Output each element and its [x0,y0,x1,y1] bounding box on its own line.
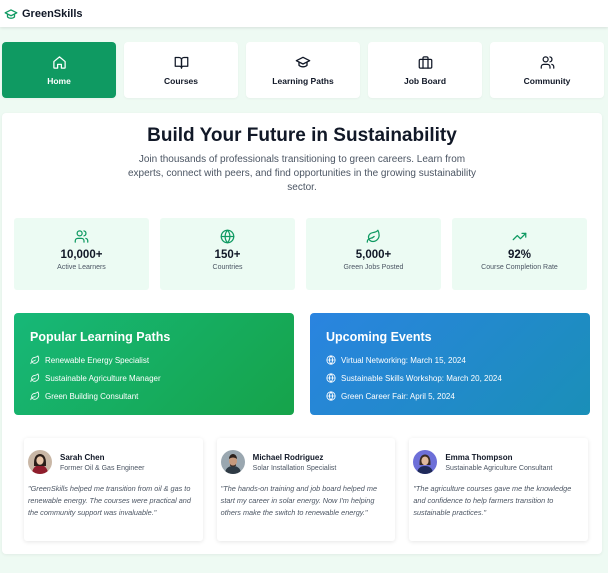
brand-name: GreenSkills [22,7,83,20]
learning-path-item[interactable]: Sustainable Agriculture Manager [30,369,294,387]
trending-up-icon [512,229,527,244]
brand[interactable]: GreenSkills [4,7,83,21]
event-item[interactable]: Green Career Fair: April 5, 2024 [326,387,590,405]
globe-icon [326,355,336,365]
testimonial-quote: "GreenSkills helped me transition from o… [28,484,191,517]
nav-community[interactable]: Community [490,42,604,98]
leaf-icon [30,355,40,365]
testimonial-header: Emma Thompson Sustainable Agriculture Co… [413,450,584,474]
stat-label: Green Jobs Posted [343,264,404,271]
avatar [28,450,52,474]
stat-label: Countries [212,264,243,271]
users-icon [540,55,555,70]
event-label: Green Career Fair: April 5, 2024 [341,391,455,401]
stat-value: 92% [507,249,532,261]
graduation-cap-icon [4,7,18,21]
testimonial-card: Sarah Chen Former Oil & Gas Engineer "Gr… [24,438,203,541]
hero-title: Build Your Future in Sustainability [147,125,457,146]
graduation-cap-icon [295,54,311,70]
nav-home[interactable]: Home [2,42,116,98]
main-nav: Home Courses Learning Paths Job Board Co… [2,42,604,98]
nav-courses-label: Courses [163,75,198,86]
globe-icon [326,391,336,401]
testimonial-quote: "The hands-on training and job board hel… [220,484,378,517]
nav-learning-paths[interactable]: Learning Paths [246,42,360,98]
event-label: Sustainable Skills Workshop: March 20, 2… [341,373,502,383]
book-open-icon [174,55,189,70]
events-title: Upcoming Events [326,330,432,344]
nav-learning-paths-label: Learning Paths [272,76,334,86]
testimonial-name: Michael Rodriguez [252,452,324,462]
leaf-icon [30,391,40,401]
learning-path-item[interactable]: Green Building Consultant [30,387,294,405]
testimonials: Sarah Chen Former Oil & Gas Engineer "Gr… [24,438,589,541]
globe-icon [326,373,336,383]
testimonial-card: Emma Thompson Sustainable Agriculture Co… [409,438,589,541]
nav-job-board[interactable]: Job Board [368,42,482,98]
testimonial-quote: "The agriculture courses gave me the kno… [413,484,572,517]
stat-value: 5,000+ [355,249,392,261]
users-icon [74,229,89,244]
stat-value: 150+ [214,249,241,261]
stat-label: Course Completion Rate [481,264,558,271]
events-list: Virtual Networking: March 15, 2024 Susta… [326,351,590,405]
nav-home-label: Home [47,75,71,86]
event-item[interactable]: Sustainable Skills Workshop: March 20, 2… [326,369,590,387]
learning-paths-list: Renewable Energy Specialist Sustainable … [30,351,294,405]
testimonial-role: Sustainable Agriculture Consultant [445,464,553,472]
nav-community-label: Community [523,75,571,86]
learning-path-label: Renewable Energy Specialist [45,355,150,365]
event-label: Virtual Networking: March 15, 2024 [341,355,466,365]
globe-icon [220,229,235,244]
stats-row: 10,000+ Active Learners 150+ Countries 5… [14,218,590,290]
stat-card: 10,000+ Active Learners [14,218,149,290]
nav-job-board-label: Job Board [403,75,447,86]
learning-paths-panel: Popular Learning Paths Renewable Energy … [14,313,294,415]
stat-label: Active Learners [57,264,106,271]
home-icon [52,55,67,70]
stat-card: 150+ Countries [160,218,295,290]
learning-path-item[interactable]: Renewable Energy Specialist [30,351,294,369]
testimonial-header: Sarah Chen Former Oil & Gas Engineer [28,450,199,474]
testimonial-name: Sarah Chen [60,452,105,462]
top-bar: GreenSkills [0,0,608,27]
learning-path-label: Sustainable Agriculture Manager [45,373,161,383]
event-item[interactable]: Virtual Networking: March 15, 2024 [326,351,590,369]
hero-subtitle: Join thousands of professionals transiti… [128,154,476,193]
briefcase-icon [418,55,433,70]
stat-card: 5,000+ Green Jobs Posted [306,218,441,290]
avatar [413,450,438,474]
learning-paths-title: Popular Learning Paths [30,330,171,344]
avatar [220,450,245,474]
leaf-icon [366,229,381,244]
nav-courses[interactable]: Courses [124,42,238,98]
stat-card: 92% Course Completion Rate [452,218,587,290]
events-panel: Upcoming Events Virtual Networking: Marc… [310,313,590,415]
stat-value: 10,000+ [60,249,103,261]
testimonial-role: Former Oil & Gas Engineer [60,464,145,472]
testimonial-role: Solar Installation Specialist [252,464,337,472]
learning-path-label: Green Building Consultant [45,391,139,401]
main-content: Build Your Future in Sustainability Join… [2,113,602,554]
leaf-icon [30,373,40,383]
testimonial-card: Michael Rodriguez Solar Installation Spe… [216,438,396,541]
testimonial-header: Michael Rodriguez Solar Installation Spe… [220,450,392,474]
testimonial-name: Emma Thompson [445,452,513,462]
